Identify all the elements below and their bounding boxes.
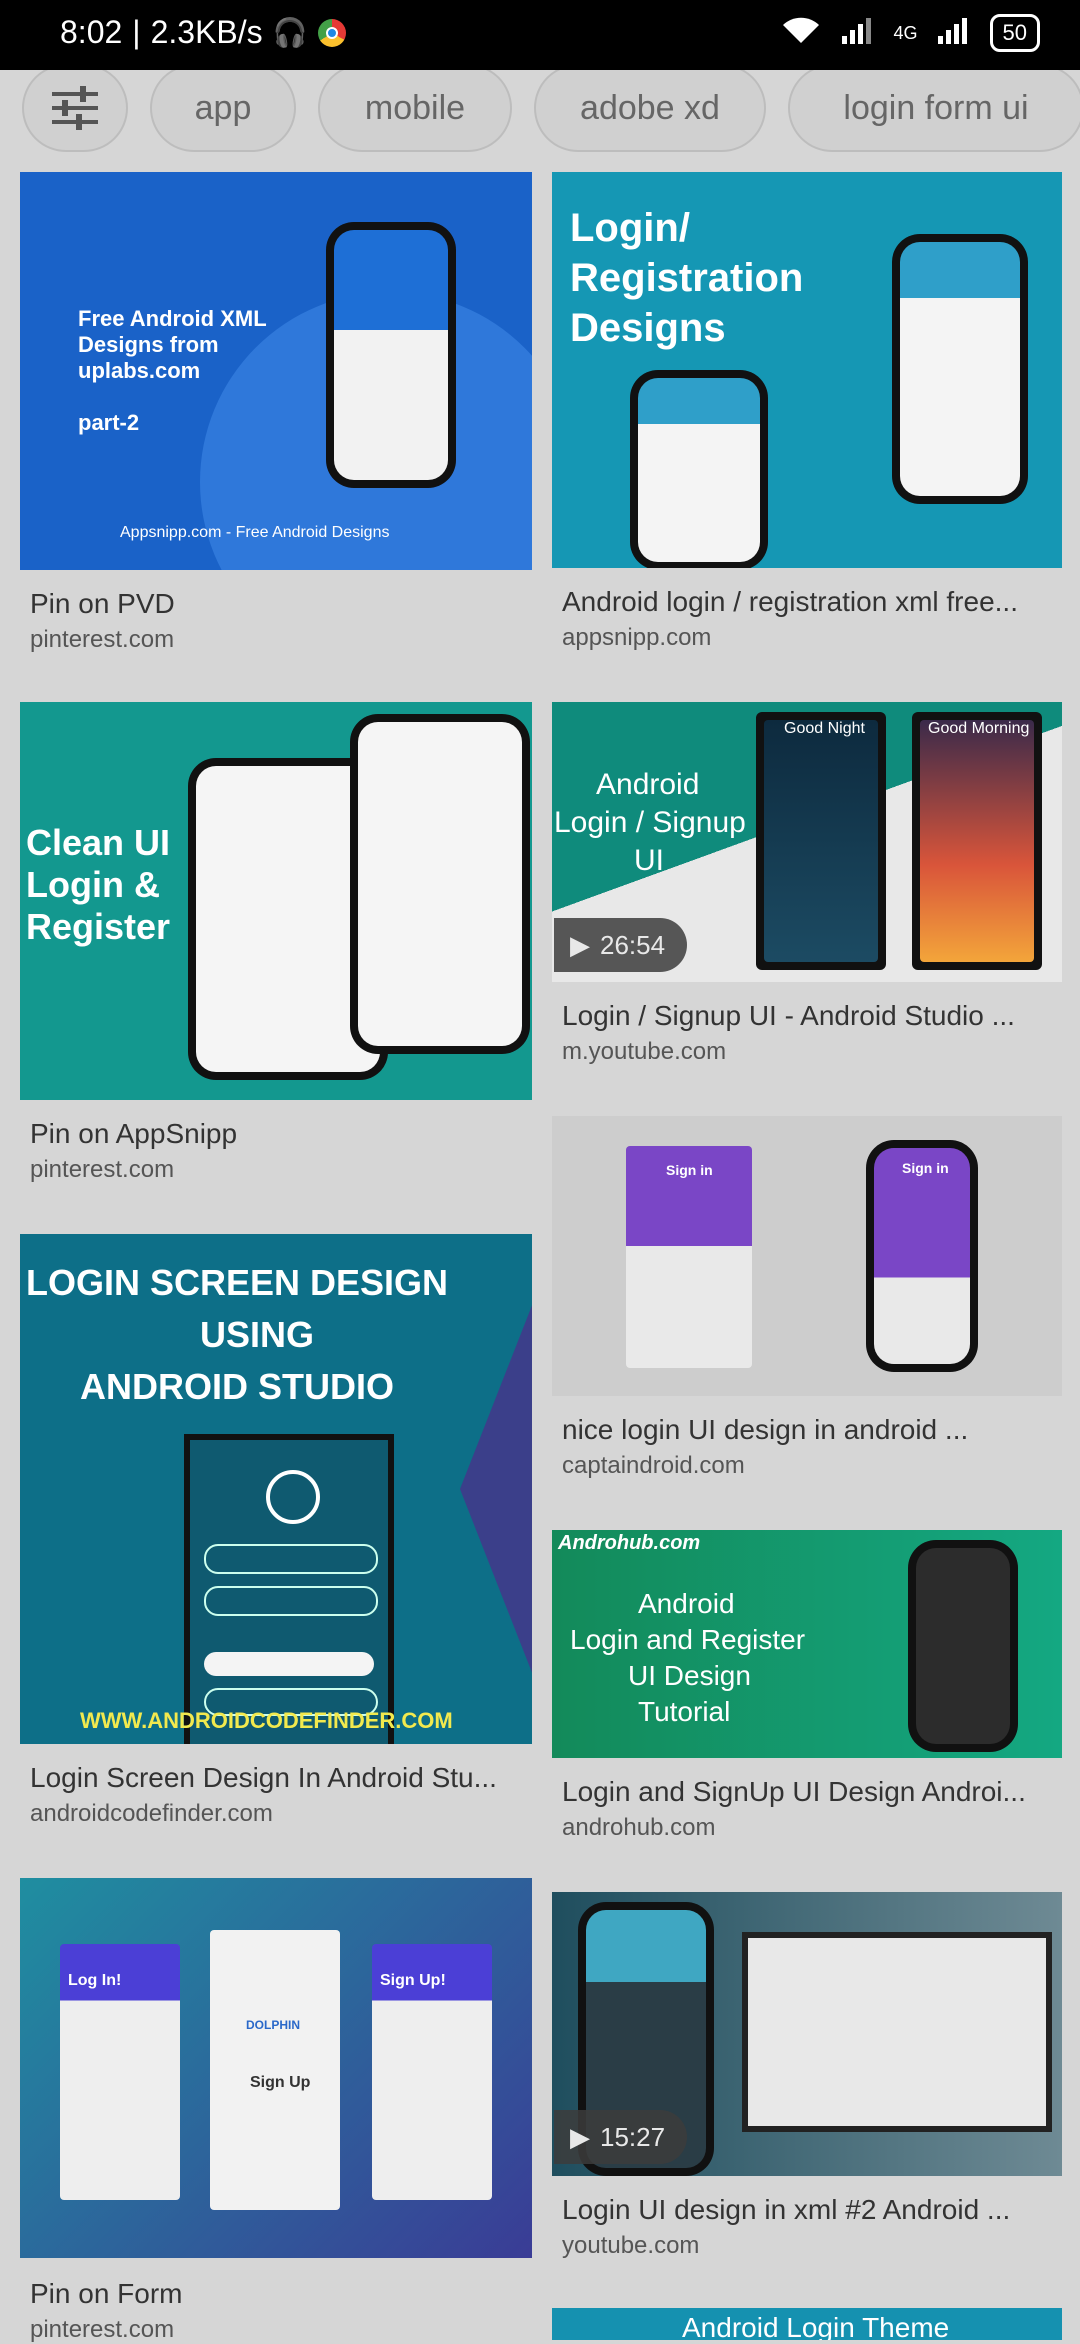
phone-mockup (326, 222, 456, 488)
result-title[interactable]: nice login UI design in android ... (562, 1414, 1062, 1446)
phone-mockup (908, 1540, 1018, 1752)
chip-adobe-xd[interactable]: adobe xd (534, 70, 766, 152)
video-duration-badge: ▶ 26:54 (554, 918, 688, 972)
result-card[interactable]: ▶ 15:27 Login UI design in xml #2 Androi… (552, 1892, 1062, 2272)
clock: 8:02 (60, 14, 123, 50)
result-source: appsnipp.com (562, 624, 712, 651)
result-source: pinterest.com (30, 1156, 175, 1183)
result-title[interactable]: Login Screen Design In Android Stu... (30, 1762, 530, 1794)
video-duration-badge: ▶ 15:27 (554, 2110, 688, 2164)
phone-mockup: Good Morning (912, 712, 1042, 970)
result-title[interactable]: Pin on PVD (30, 588, 530, 620)
result-thumbnail[interactable]: Android Login / Signup UI Good Night Goo… (552, 702, 1062, 982)
result-thumbnail[interactable]: Free Android XML Designs from uplabs.com… (20, 172, 532, 570)
network-type: 4G (893, 22, 918, 43)
headphones-icon: 🎧 (272, 17, 308, 48)
sliders-icon (52, 86, 98, 130)
chip-app[interactable]: app (150, 70, 296, 152)
chip-login-form-ui[interactable]: login form ui (788, 70, 1080, 152)
phone-mockup (184, 1434, 394, 1744)
result-source: androidcodefinder.com (30, 1800, 273, 1827)
result-source: youtube.com (562, 2232, 700, 2259)
status-bar: 8:02 | 2.3KB/s 🎧 4G 50 (0, 0, 1080, 70)
laptop-mockup (742, 1932, 1052, 2132)
result-title[interactable]: Android login / registration xml free... (562, 586, 1062, 618)
result-title[interactable]: Login / Signup UI - Android Studio ... (562, 1000, 1062, 1032)
result-thumbnail[interactable]: Clean UI Login & Register (20, 702, 532, 1100)
battery-icon: 50 (989, 14, 1040, 52)
wifi-icon (780, 15, 822, 52)
result-card[interactable]: Android Login / Signup UI Good Night Goo… (552, 702, 1062, 1072)
filter-chips: app mobile adobe xd login form ui (0, 70, 1080, 154)
result-thumbnail[interactable]: Sign in Sign in (552, 1116, 1062, 1396)
play-icon: ▶ (570, 929, 590, 960)
result-card[interactable]: Clean UI Login & Register Pin on AppSnip… (20, 702, 532, 1194)
result-source: androhub.com (562, 1814, 716, 1841)
chip-mobile[interactable]: mobile (318, 70, 512, 152)
play-icon: ▶ (570, 2121, 590, 2152)
filter-settings-button[interactable] (22, 70, 128, 152)
result-thumbnail[interactable]: LOGIN SCREEN DESIGN USING ANDROID STUDIO… (20, 1234, 532, 1744)
phone-mockup (630, 370, 768, 568)
phone-mockup (350, 714, 530, 1054)
chrome-icon (317, 18, 346, 47)
result-card[interactable]: Free Android XML Designs from uplabs.com… (20, 172, 532, 662)
result-source: captaindroid.com (562, 1452, 745, 1479)
result-thumbnail[interactable]: Login/ Registration Designs (552, 172, 1062, 568)
result-source: m.youtube.com (562, 1038, 727, 1065)
result-title[interactable]: Pin on AppSnipp (30, 1118, 530, 1150)
result-thumbnail[interactable]: Androhub.com Android Login and Register … (552, 1530, 1062, 1758)
result-source: pinterest.com (30, 626, 175, 653)
result-card[interactable]: Sign in Sign in nice login UI design in … (552, 1116, 1062, 1486)
signal-icon (840, 16, 876, 51)
phone-mockup: Good Night (756, 712, 886, 970)
status-right: 4G 50 (780, 14, 1040, 52)
result-thumbnail[interactable]: Log In! Sign Up Sign Up! DOLPHIN (20, 1878, 532, 2258)
result-title[interactable]: Pin on Form (30, 2278, 530, 2310)
result-card[interactable]: LOGIN SCREEN DESIGN USING ANDROID STUDIO… (20, 1234, 532, 1834)
result-card[interactable]: Login/ Registration Designs Android logi… (552, 172, 1062, 662)
result-card[interactable]: Androhub.com Android Login and Register … (552, 1530, 1062, 1860)
result-card[interactable]: Android Login Theme (552, 2308, 1062, 2340)
form-card-preview (210, 1930, 340, 2210)
phone-mockup (892, 234, 1028, 504)
login-card-preview (626, 1146, 752, 1368)
result-title[interactable]: Login and SignUp UI Design Androi... (562, 1776, 1062, 1808)
result-title[interactable]: Login UI design in xml #2 Android ... (562, 2194, 1062, 2226)
result-card[interactable]: Log In! Sign Up Sign Up! DOLPHIN Pin on … (20, 1878, 532, 2343)
result-thumbnail[interactable]: ▶ 15:27 (552, 1892, 1062, 2176)
signal-icon-2 (936, 16, 972, 51)
status-left: 8:02 | 2.3KB/s 🎧 (60, 14, 346, 51)
result-thumbnail[interactable]: Android Login Theme (552, 2308, 1062, 2340)
network-speed: 2.3KB/s (150, 14, 263, 50)
